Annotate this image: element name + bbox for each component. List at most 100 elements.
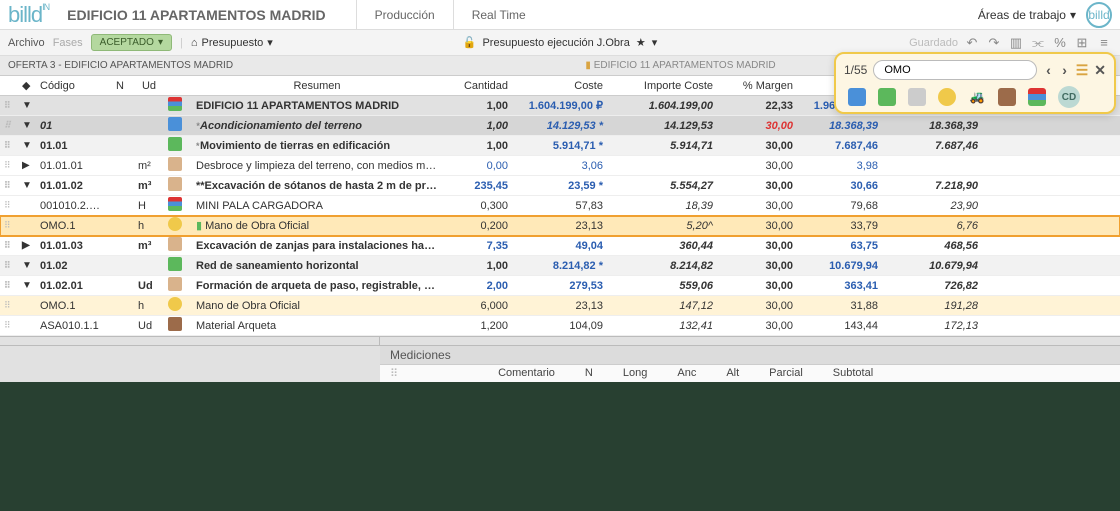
col-codigo[interactable]: Código xyxy=(36,80,106,92)
drag-handle-icon[interactable]: ⠿ xyxy=(0,260,18,271)
cell-cantidad[interactable]: 6,000 xyxy=(442,300,512,312)
cell-precio[interactable]: 3,98 xyxy=(797,160,882,172)
tree-toggle-icon[interactable]: ▼ xyxy=(18,180,36,191)
columns-icon[interactable]: ▥ xyxy=(1008,35,1024,51)
table-row[interactable]: ⠿OMO.1hMano de Obra Oficial6,00023,13147… xyxy=(0,296,1120,316)
undo-icon[interactable]: ↶ xyxy=(964,35,980,51)
cell-coste[interactable]: 279,53 xyxy=(512,280,607,292)
menu-archivo[interactable]: Archivo xyxy=(8,37,45,49)
search-next-icon[interactable]: › xyxy=(1060,62,1070,78)
cell-precio[interactable]: 18.368,39 xyxy=(797,120,882,132)
breadcrumb-left[interactable]: OFERTA 3 - EDIFICIO APARTAMENTOS MADRID xyxy=(0,60,241,71)
drag-handle-icon[interactable]: ⠿ xyxy=(0,100,18,111)
tree-toggle-icon[interactable]: ▼ xyxy=(18,280,36,291)
drag-handle-icon[interactable]: ⠿ xyxy=(0,280,18,291)
filter-labor-icon[interactable] xyxy=(938,88,956,106)
cell-precio[interactable]: 79,68 xyxy=(797,200,882,212)
col-resumen[interactable]: Resumen xyxy=(192,80,442,92)
cell-cantidad[interactable]: 1,00 xyxy=(442,260,512,272)
drag-handle-icon[interactable]: ⠿ xyxy=(0,180,18,191)
tree-toggle-icon[interactable]: ▶ xyxy=(18,240,36,251)
star-icon[interactable]: ★ xyxy=(636,36,646,49)
status-chip[interactable]: ACEPTADO▾ xyxy=(91,34,172,51)
grid-icon[interactable]: ⊞ xyxy=(1074,35,1090,51)
col-margen[interactable]: % Margen xyxy=(717,80,797,92)
table-row[interactable]: ⠿ASA010.1.1UdMaterial Arqueta1,200104,09… xyxy=(0,316,1120,336)
drag-handle-icon[interactable]: ⠿ xyxy=(0,240,18,251)
cell-margen[interactable]: 30,00 xyxy=(717,160,797,172)
col-importe[interactable]: Importe Coste xyxy=(607,80,717,92)
cell-precio[interactable]: 33,79 xyxy=(797,220,882,232)
cell-cantidad[interactable]: 0,200 xyxy=(442,220,512,232)
tree-toggle-icon[interactable]: ▼ xyxy=(18,120,36,131)
cell-precio[interactable]: 7.687,46 xyxy=(797,140,882,152)
drag-handle-icon[interactable]: ⠿ xyxy=(0,140,18,151)
table-row[interactable]: ⠿▼01.02Red de saneamiento horizontal1,00… xyxy=(0,256,1120,276)
filter-machinery-icon[interactable]: 🚜 xyxy=(968,88,986,106)
filter-subchapter-icon[interactable] xyxy=(878,88,896,106)
cell-margen[interactable]: 30,00 xyxy=(717,320,797,332)
cell-coste[interactable]: 23,59 * xyxy=(512,180,607,192)
cell-margen[interactable]: 30,00 xyxy=(717,120,797,132)
cell-margen[interactable]: 30,00 xyxy=(717,300,797,312)
filter-cd-badge[interactable]: CD xyxy=(1058,86,1080,108)
cell-margen[interactable]: 30,00 xyxy=(717,140,797,152)
cell-margen[interactable]: 30,00 xyxy=(717,280,797,292)
table-row[interactable]: ⠿▼01.01.02m³**Excavación de sótanos de h… xyxy=(0,176,1120,196)
col-coste[interactable]: Coste xyxy=(512,80,607,92)
cell-margen[interactable]: 30,00 xyxy=(717,180,797,192)
breadcrumb-presupuesto[interactable]: ⌂Presupuesto▾ xyxy=(191,36,273,49)
drag-handle-icon[interactable]: ⠿ xyxy=(0,200,18,211)
cell-precio[interactable]: 63,75 xyxy=(797,240,882,252)
cell-precio[interactable]: 363,41 xyxy=(797,280,882,292)
cell-cantidad[interactable]: 1,00 xyxy=(442,100,512,112)
brand-badge-icon[interactable]: billd xyxy=(1086,2,1112,28)
cell-precio[interactable]: 10.679,94 xyxy=(797,260,882,272)
cell-margen[interactable]: 30,00 xyxy=(717,200,797,212)
cell-coste[interactable]: 57,83 xyxy=(512,200,607,212)
cell-coste[interactable]: 3,06 xyxy=(512,160,607,172)
col-cantidad[interactable]: Cantidad xyxy=(442,80,512,92)
search-input[interactable] xyxy=(873,60,1037,80)
percent-icon[interactable]: % xyxy=(1052,35,1068,51)
tree-toggle-icon[interactable]: ▼ xyxy=(18,260,36,271)
cell-precio[interactable]: 143,44 xyxy=(797,320,882,332)
cell-cantidad[interactable]: 1,200 xyxy=(442,320,512,332)
areas-dropdown[interactable]: Áreas de trabajo▾ xyxy=(978,8,1076,22)
med-col-anc[interactable]: Anc xyxy=(677,367,696,380)
search-close-icon[interactable]: ✕ xyxy=(1094,62,1106,78)
table-row[interactable]: ⠿▼01.01* Movimiento de tierras en edific… xyxy=(0,136,1120,156)
tab-produccion[interactable]: Producción xyxy=(356,0,453,30)
diamond-icon[interactable]: ◆ xyxy=(18,79,36,92)
cell-cantidad[interactable]: 235,45 xyxy=(442,180,512,192)
cell-margen[interactable]: 30,00 xyxy=(717,260,797,272)
cell-coste[interactable]: 1.604.199,00 ₽ xyxy=(512,99,607,112)
tab-realtime[interactable]: Real Time xyxy=(453,0,544,30)
drag-handle-icon[interactable]: ⠿ xyxy=(0,160,18,171)
filter-item-icon[interactable] xyxy=(908,88,926,106)
drag-handle-icon[interactable]: ⠿ xyxy=(0,320,18,331)
med-col-n[interactable]: N xyxy=(585,367,593,380)
table-row[interactable]: ⠿▶01.01.03m³Excavación de zanjas para in… xyxy=(0,236,1120,256)
cell-margen[interactable]: 22,33 xyxy=(717,100,797,112)
cell-coste[interactable]: 23,13 xyxy=(512,300,607,312)
med-col-alt[interactable]: Alt xyxy=(726,367,739,380)
cell-cantidad[interactable]: 7,35 xyxy=(442,240,512,252)
med-col-comentario[interactable]: Comentario xyxy=(498,367,555,380)
menu-icon[interactable]: ≡ xyxy=(1096,35,1112,51)
med-col-subtotal[interactable]: Subtotal xyxy=(833,367,873,380)
table-row[interactable]: ⠿▶01.01.01m²Desbroce y limpieza del terr… xyxy=(0,156,1120,176)
med-col-long[interactable]: Long xyxy=(623,367,647,380)
cell-coste[interactable]: 8.214,82 * xyxy=(512,260,607,272)
cell-precio[interactable]: 31,88 xyxy=(797,300,882,312)
drag-handle-icon[interactable]: ⠿ xyxy=(0,300,18,311)
menu-fases[interactable]: Fases xyxy=(53,37,83,49)
filter-chapter-icon[interactable] xyxy=(848,88,866,106)
filter-material-icon[interactable] xyxy=(998,88,1016,106)
tree-toggle-icon[interactable]: ▼ xyxy=(18,140,36,151)
tree-toggle-icon[interactable]: ▶ xyxy=(18,160,36,171)
cell-coste[interactable]: 5.914,71 * xyxy=(512,140,607,152)
cell-coste[interactable]: 14.129,53 * xyxy=(512,120,607,132)
cell-coste[interactable]: 23,13 xyxy=(512,220,607,232)
cell-cantidad[interactable]: 2,00 xyxy=(442,280,512,292)
